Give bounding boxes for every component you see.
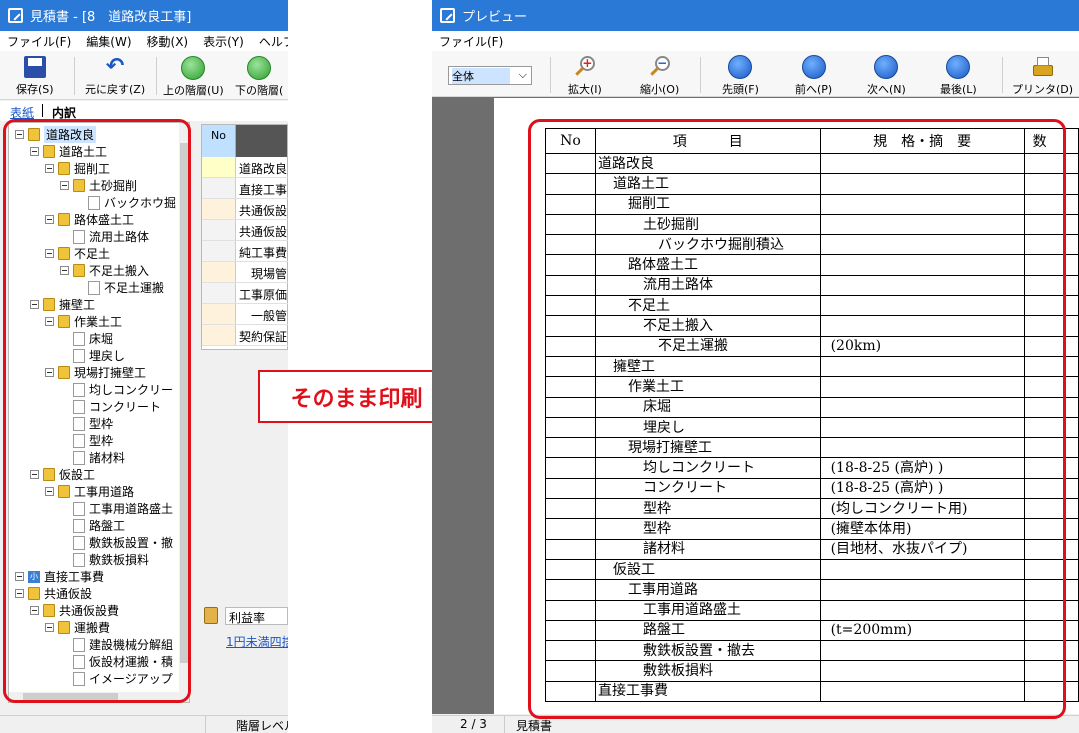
grid-row[interactable]: 純工事費 [202, 241, 288, 262]
menu-file[interactable]: ファイル(F) [0, 33, 79, 50]
window-title: 見積書 - [8 道路改良工事] [30, 10, 192, 25]
menu-move[interactable]: 移動(X) [140, 33, 197, 50]
grid-row[interactable]: 共通仮設 [202, 199, 288, 220]
level-down-button[interactable]: 下の階層( [235, 56, 283, 98]
prev-page-button[interactable]: 前へ(P) [795, 55, 832, 97]
grid-row[interactable]: 共通仮設 [202, 220, 288, 241]
profit-row: 利益率 [201, 606, 288, 626]
zoom-in-button[interactable]: + 拡大(I) [568, 55, 602, 97]
tab-bar: 表紙 内訳 [0, 101, 288, 121]
grid-row[interactable]: 現場管 [202, 262, 288, 283]
grid-header-no: No [202, 125, 236, 157]
grid-row[interactable]: 道路改良 [202, 157, 288, 178]
arrow-left-icon [181, 56, 206, 80]
preview-menu-file[interactable]: ファイル(F) [432, 33, 511, 50]
app-icon [440, 8, 455, 23]
preview-highlight-frame [528, 119, 1066, 719]
estimate-titlebar: 見積書 - [8 道路改良工事] [0, 0, 288, 31]
menu-bar: ファイル(F) 編集(W) 移動(X) 表示(Y) ヘルプ(Z) [0, 31, 288, 51]
toolbar: 保存(S) ↶ 元に戻す(Z) 上の階層(U) 下の階層( [0, 51, 288, 100]
profit-label: 利益率 [225, 607, 288, 625]
rounding-link[interactable]: 1円未満四捨 [226, 633, 288, 650]
arrow-right-icon [247, 56, 272, 80]
clipboard-icon [204, 607, 218, 624]
first-page-icon [728, 55, 753, 79]
printer-button[interactable]: プリンタ(D) [1012, 55, 1073, 97]
zoom-select[interactable]: 全体 ⌵ [448, 66, 532, 85]
status-level: 階層レベル [236, 719, 288, 733]
preview-menu-bar: ファイル(F) [432, 31, 1079, 51]
detail-grid[interactable]: No 道路改良 直接工事 共通仮設 共通仮設 純工事費 現場管 工事原価 一般管 契約保証 [201, 124, 288, 350]
zoom-in-icon: + [573, 55, 597, 79]
printer-icon [1031, 55, 1055, 79]
doc-name: 見積書 [516, 719, 553, 733]
preview-titlebar: プレビュー [432, 0, 1079, 31]
prev-page-icon [801, 55, 826, 79]
status-bar: 階層レベル [0, 715, 288, 733]
app-icon [8, 8, 23, 23]
print-as-is-callout: そのまま印刷 [258, 370, 455, 423]
chevron-down-icon: ⌵ [518, 68, 527, 81]
next-page-icon [874, 55, 899, 79]
undo-button[interactable]: ↶ 元に戻す(Z) [85, 56, 145, 97]
menu-edit[interactable]: 編集(W) [79, 33, 139, 50]
undo-icon: ↶ [105, 54, 125, 79]
tree-highlight-frame [3, 119, 191, 703]
grid-row[interactable]: 工事原価 [202, 283, 288, 304]
next-page-button[interactable]: 次へ(N) [867, 55, 906, 97]
grid-row[interactable]: 直接工事 [202, 178, 288, 199]
floppy-icon [23, 56, 46, 78]
menu-view[interactable]: 表示(Y) [196, 33, 252, 50]
level-up-button[interactable]: 上の階層(U) [163, 56, 224, 98]
grid-row[interactable]: 一般管 [202, 304, 288, 325]
zoom-out-icon: − [648, 55, 672, 79]
grid-header-dark [236, 125, 287, 157]
last-page-button[interactable]: 最後(L) [940, 55, 977, 97]
zoom-out-button[interactable]: − 縮小(O) [640, 55, 679, 97]
last-page-icon [946, 55, 971, 79]
save-button[interactable]: 保存(S) [16, 56, 54, 97]
first-page-button[interactable]: 先頭(F) [722, 55, 759, 97]
grid-row[interactable]: 契約保証 [202, 325, 288, 346]
preview-toolbar: 全体 ⌵ + 拡大(I) − 縮小(O) 先頭(F) 前へ(P) 次へ(N) 最… [432, 51, 1079, 97]
preview-title: プレビュー [462, 10, 528, 25]
page-indicator: 2 / 3 [460, 717, 487, 731]
menu-help[interactable]: ヘルプ(Z) [252, 33, 288, 50]
